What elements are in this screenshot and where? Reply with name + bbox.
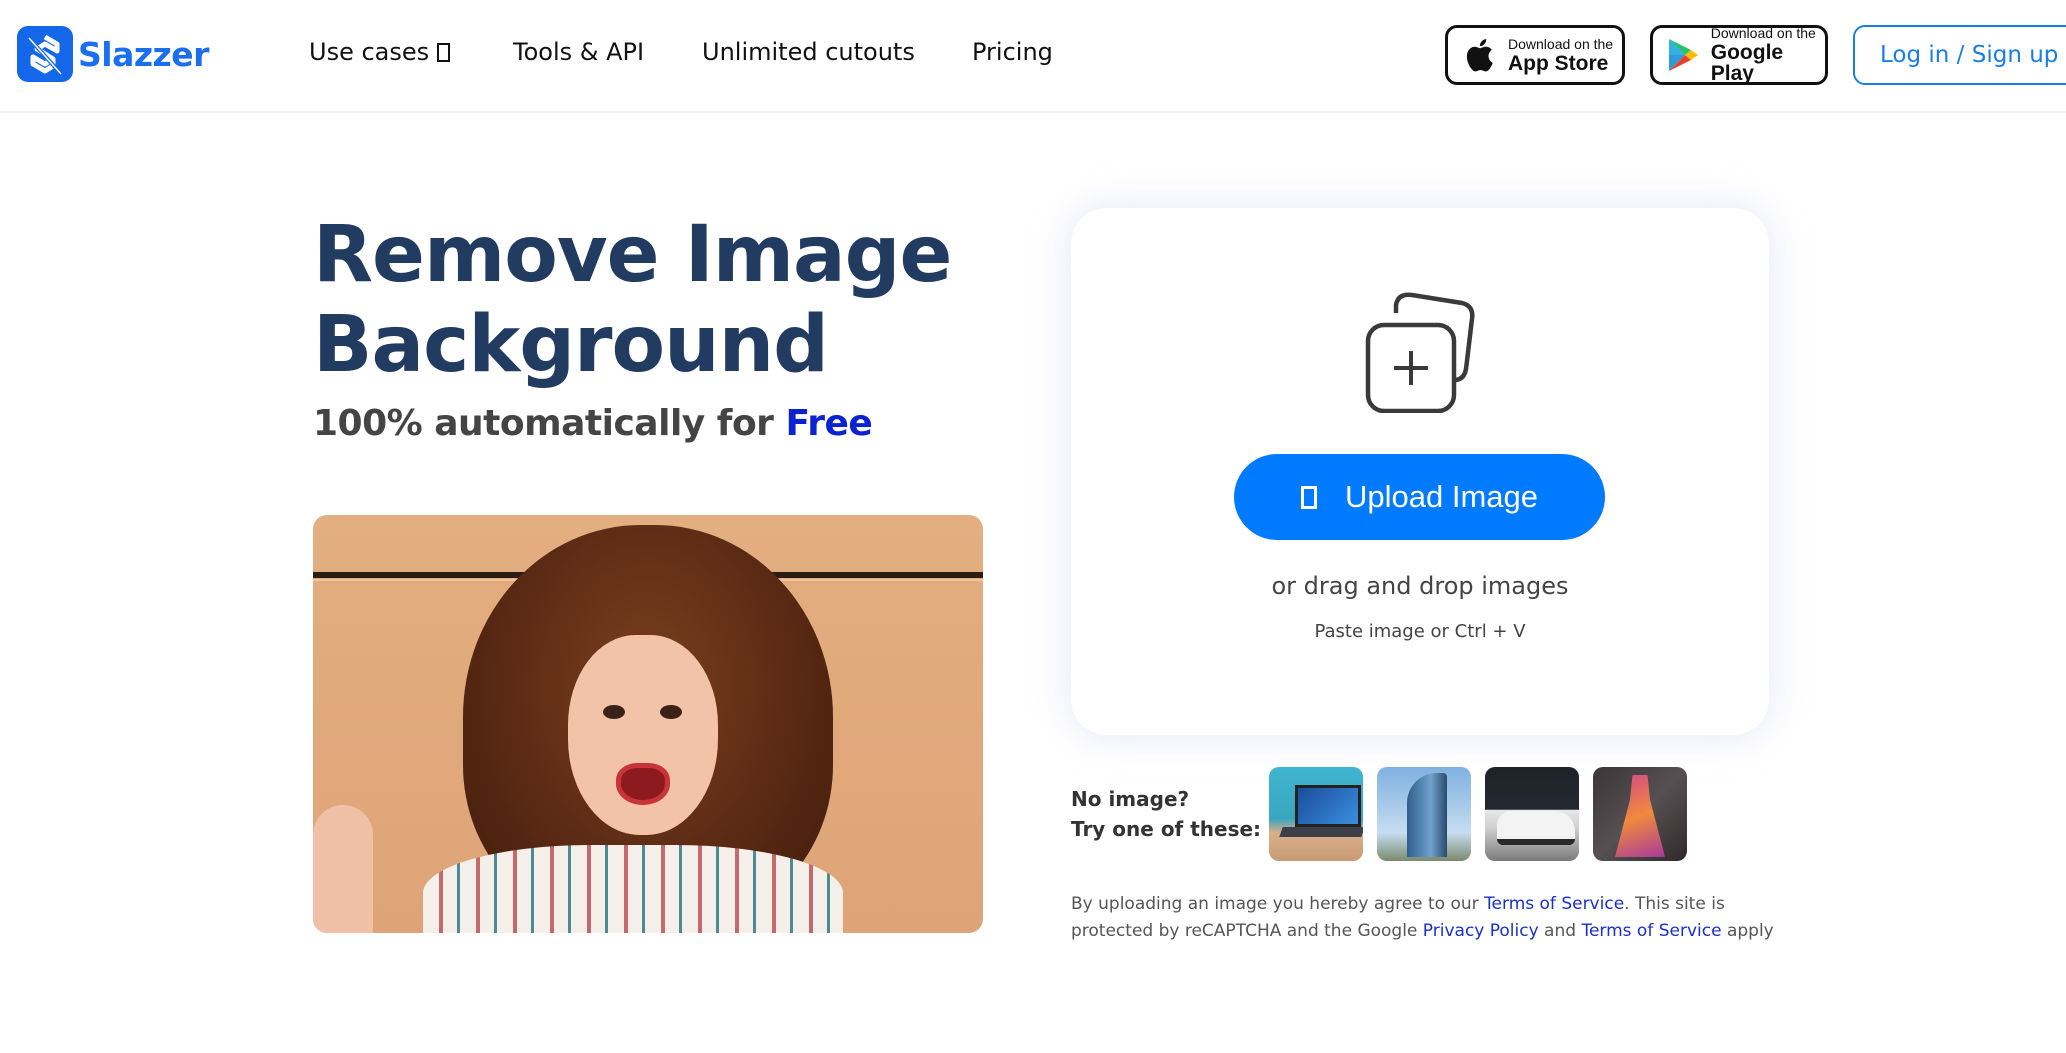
- hero-image: [313, 515, 983, 933]
- hand-shape: [313, 805, 373, 933]
- legal-notice: By uploading an image you hereby agree t…: [1071, 891, 1791, 945]
- logo-link[interactable]: Slazzer: [17, 26, 209, 82]
- nav-use-cases[interactable]: Use cases: [309, 38, 451, 66]
- building-tower: [1407, 773, 1447, 857]
- nav-unlimited-cutouts[interactable]: Unlimited cutouts: [702, 38, 915, 66]
- legal-text-1: By uploading an image you hereby agree t…: [1071, 894, 1485, 914]
- sample-prompt: No image? Try one of these:: [1071, 784, 1261, 844]
- right-eye: [660, 705, 682, 719]
- google-play-badge[interactable]: Download on the Google Play: [1650, 25, 1828, 85]
- sample-prompt-line-2: Try one of these:: [1071, 817, 1262, 841]
- app-store-badge[interactable]: Download on the App Store: [1445, 25, 1625, 85]
- title-line-1: Remove Image: [313, 210, 952, 300]
- dress-shape: [1615, 775, 1665, 857]
- subtitle-free-highlight: Free: [785, 403, 873, 444]
- car-body: [1497, 811, 1575, 845]
- paste-hint: Paste image or Ctrl + V: [1314, 621, 1526, 642]
- title-line-2: Background: [313, 300, 829, 390]
- sample-thumb-car[interactable]: [1485, 767, 1579, 861]
- add-images-icon: [1356, 283, 1486, 418]
- legal-text-3: and: [1538, 921, 1582, 941]
- login-signup-button[interactable]: Log in / Sign up: [1853, 25, 2066, 85]
- google-play-icon: [1665, 35, 1701, 75]
- privacy-policy-link[interactable]: Privacy Policy: [1423, 921, 1539, 941]
- slazzer-logo-icon: [17, 26, 73, 82]
- upload-image-button[interactable]: Upload Image: [1234, 454, 1605, 540]
- nav-tools-api[interactable]: Tools & API: [513, 38, 644, 66]
- mouth: [616, 763, 670, 805]
- google-play-big-text: Google Play: [1710, 41, 1784, 85]
- google-terms-link[interactable]: Terms of Service: [1581, 921, 1721, 941]
- embroidered-shirt: [423, 845, 843, 933]
- google-play-small-text: Download on the: [1710, 25, 1816, 41]
- laptop-base: [1279, 827, 1363, 837]
- face-shape: [568, 635, 718, 835]
- drag-drop-hint: or drag and drop images: [1271, 572, 1569, 600]
- left-eye: [603, 705, 625, 719]
- legal-text-4: apply: [1721, 921, 1774, 941]
- nav-use-cases-label: Use cases: [309, 38, 430, 66]
- sample-prompt-line-1: No image?: [1071, 787, 1190, 811]
- sample-thumb-building[interactable]: [1377, 767, 1471, 861]
- nav-pricing[interactable]: Pricing: [972, 38, 1053, 66]
- site-header: Slazzer Use cases Tools & API Unlimited …: [0, 0, 2066, 113]
- sample-thumb-laptop[interactable]: [1269, 767, 1363, 861]
- terms-of-service-link[interactable]: Terms of Service: [1484, 894, 1624, 914]
- subtitle: 100% automatically for Free: [313, 403, 873, 444]
- upload-button-label: Upload Image: [1344, 479, 1538, 514]
- app-store-big-text: App Store: [1508, 51, 1609, 75]
- logo-text: Slazzer: [78, 34, 209, 74]
- sample-thumb-dress[interactable]: [1593, 767, 1687, 861]
- subtitle-prefix: 100% automatically for: [313, 403, 786, 444]
- page-title: Remove Image Background: [313, 210, 952, 390]
- laptop-screen: [1295, 785, 1361, 827]
- upload-dropzone[interactable]: Upload Image or drag and drop images Pas…: [1071, 208, 1769, 735]
- upload-icon: [1300, 485, 1317, 509]
- chevron-down-icon: [437, 43, 451, 62]
- app-store-small-text: Download on the: [1508, 35, 1614, 52]
- apple-icon: [1460, 35, 1498, 75]
